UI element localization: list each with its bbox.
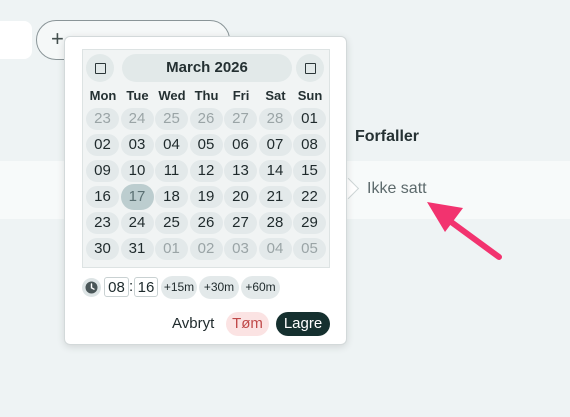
- day-cell[interactable]: 19: [189, 186, 223, 208]
- day-cell[interactable]: 03: [224, 238, 257, 260]
- day-cell[interactable]: 23: [86, 108, 119, 130]
- day-cell[interactable]: 02: [189, 238, 223, 260]
- day-cell[interactable]: 29: [293, 212, 326, 234]
- day-cell[interactable]: 14: [258, 160, 292, 182]
- clock-icon: [82, 278, 101, 297]
- background-panel: [0, 21, 32, 59]
- day-cell[interactable]: 28: [258, 212, 292, 234]
- calendar-header: March 2026: [86, 54, 326, 82]
- day-cell[interactable]: 05: [293, 238, 326, 260]
- weekday-label: Sun: [297, 88, 323, 103]
- day-cell[interactable]: 22: [293, 186, 326, 208]
- day-cell[interactable]: 31: [120, 238, 154, 260]
- day-cell[interactable]: 13: [224, 160, 257, 182]
- column-header-due: Forfaller: [355, 128, 420, 145]
- time-separator: :: [129, 278, 134, 295]
- square-icon: [305, 63, 316, 74]
- calendar: March 2026 Mon Tue Wed Thu Fri Sat Sun 23 24 25 2…: [82, 49, 330, 268]
- day-cell[interactable]: 21: [258, 186, 292, 208]
- day-cell-today[interactable]: 17: [120, 184, 154, 210]
- add-30-minutes-button[interactable]: +30m: [199, 276, 239, 299]
- day-cell[interactable]: 23: [86, 212, 119, 234]
- day-cell[interactable]: 28: [258, 108, 292, 130]
- day-cell[interactable]: 25: [155, 212, 188, 234]
- weekday-label: Thu: [194, 88, 219, 103]
- day-cell[interactable]: 26: [189, 108, 223, 130]
- day-cell[interactable]: 27: [224, 108, 257, 130]
- day-cell[interactable]: 11: [155, 160, 188, 182]
- time-row: 08 : 16 +15m +30m +60m: [82, 275, 302, 301]
- weekday-label: Tue: [126, 88, 149, 103]
- date-picker-popup: March 2026 Mon Tue Wed Thu Fri Sat Sun 23 24 25 2…: [64, 36, 347, 345]
- weekday-header-row: Mon Tue Wed Thu Fri Sat Sun: [86, 86, 326, 106]
- plus-icon: +: [51, 26, 64, 51]
- hour-input[interactable]: 08: [104, 277, 129, 297]
- day-cell[interactable]: 16: [86, 186, 119, 208]
- weekday-label: Mon: [89, 88, 117, 103]
- minute-input[interactable]: 16: [134, 277, 158, 297]
- month-title[interactable]: March 2026: [122, 54, 292, 82]
- day-cell[interactable]: 01: [293, 108, 326, 130]
- day-cell[interactable]: 27: [224, 212, 257, 234]
- day-cell[interactable]: 04: [258, 238, 292, 260]
- day-cell[interactable]: 09: [86, 160, 119, 182]
- day-cell[interactable]: 10: [120, 160, 154, 182]
- day-cell[interactable]: 12: [189, 160, 223, 182]
- day-cell[interactable]: 18: [155, 186, 188, 208]
- day-cell[interactable]: 06: [224, 134, 257, 156]
- add-60-minutes-button[interactable]: +60m: [241, 276, 280, 299]
- weekday-label: Sat: [265, 88, 286, 103]
- weekday-label: Wed: [158, 88, 186, 103]
- day-cell[interactable]: 25: [155, 108, 188, 130]
- weekday-label: Fri: [232, 88, 250, 103]
- day-cell[interactable]: 07: [258, 134, 292, 156]
- day-cell[interactable]: 08: [293, 134, 326, 156]
- day-cell[interactable]: 24: [120, 108, 154, 130]
- day-cell[interactable]: 03: [120, 134, 154, 156]
- day-cell[interactable]: 15: [293, 160, 326, 182]
- day-cell[interactable]: 01: [155, 238, 188, 260]
- day-cell[interactable]: 04: [155, 134, 188, 156]
- add-15-minutes-button[interactable]: +15m: [161, 276, 197, 299]
- day-cell[interactable]: 24: [120, 212, 154, 234]
- save-button[interactable]: Lagre: [276, 312, 330, 336]
- cancel-button[interactable]: Avbryt: [172, 312, 214, 336]
- clear-button[interactable]: Tøm: [226, 312, 269, 336]
- day-cell[interactable]: 26: [189, 212, 223, 234]
- square-icon: [95, 63, 106, 74]
- annotation-arrow-icon: [427, 202, 502, 260]
- next-month-button[interactable]: [296, 54, 324, 82]
- day-cell[interactable]: 05: [189, 134, 223, 156]
- previous-month-button[interactable]: [86, 54, 114, 82]
- day-cell[interactable]: 30: [86, 238, 119, 260]
- day-cell[interactable]: 20: [224, 186, 257, 208]
- day-cell[interactable]: 02: [86, 134, 119, 156]
